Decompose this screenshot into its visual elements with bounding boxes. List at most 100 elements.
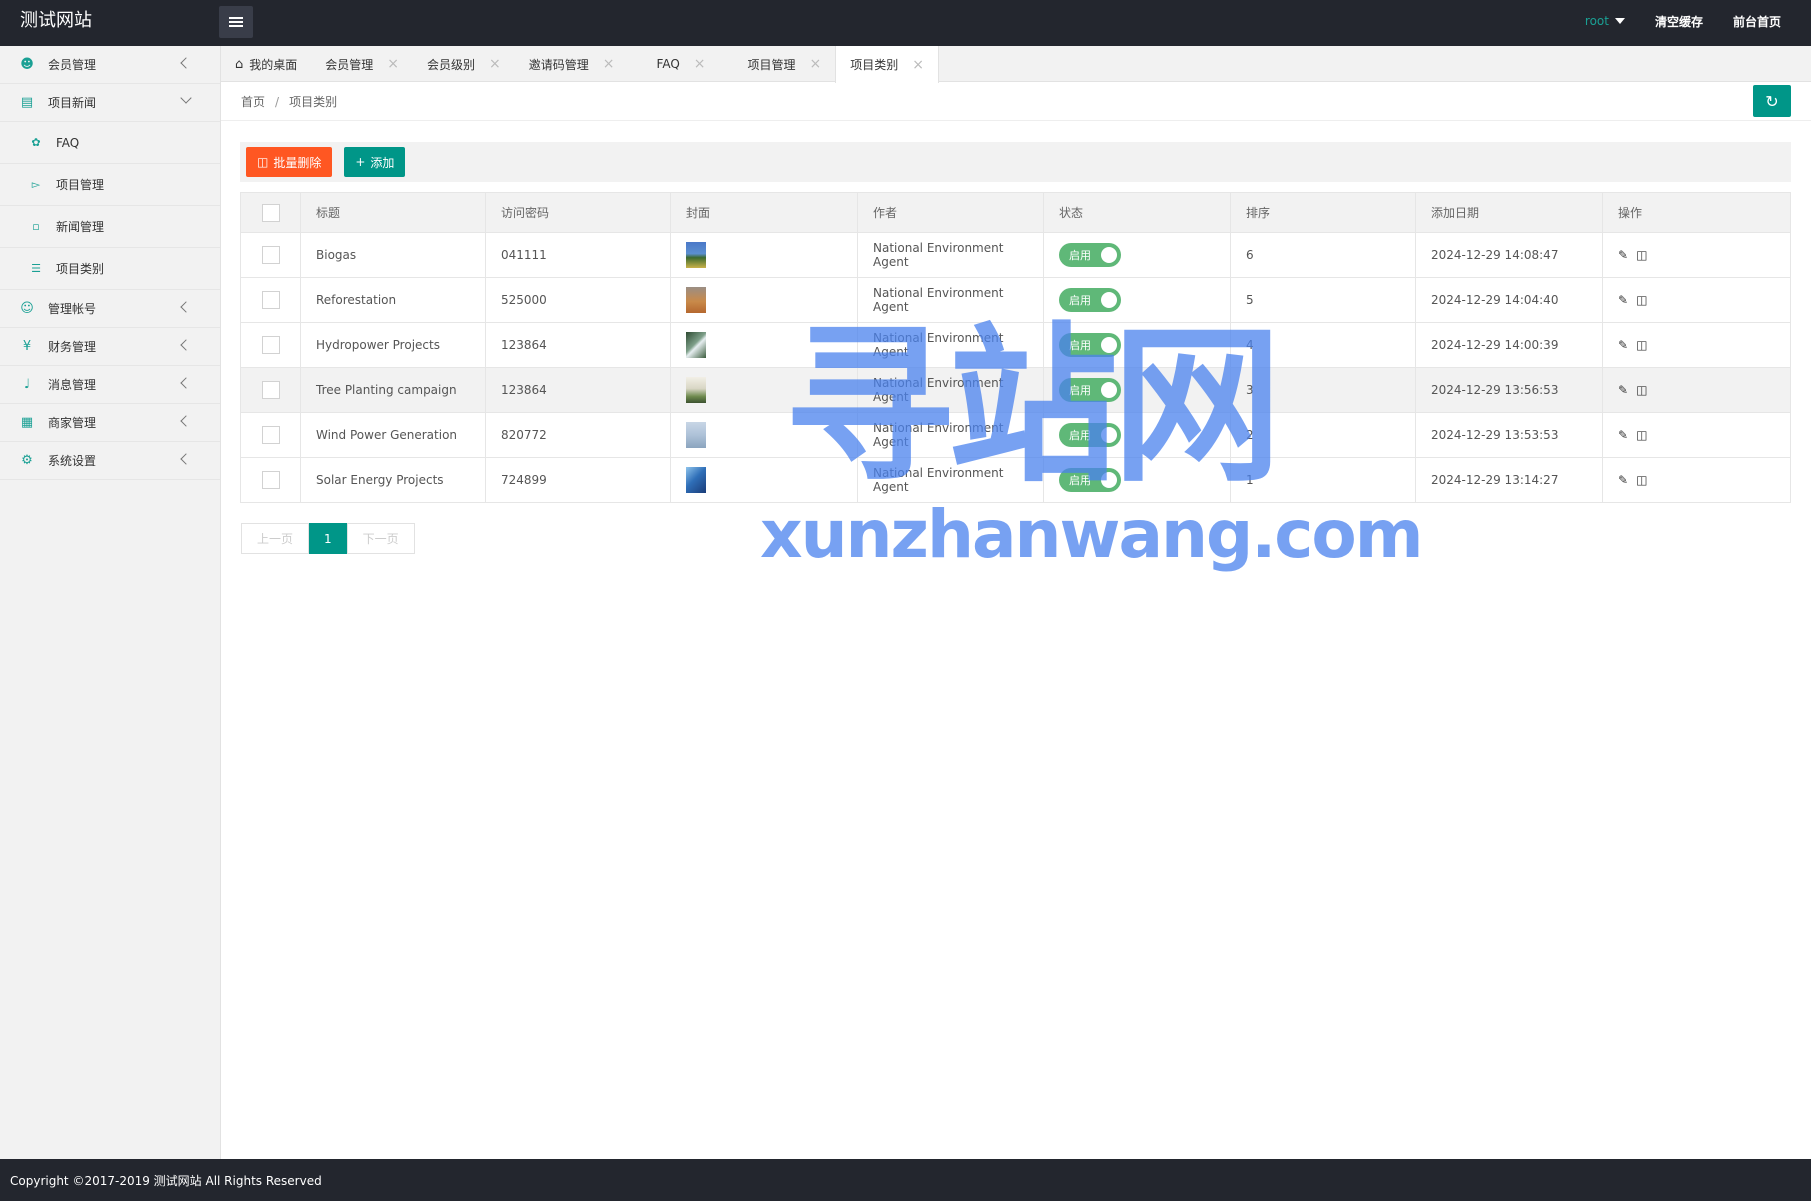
picture-icon: ▦ bbox=[20, 414, 34, 430]
row-checkbox[interactable] bbox=[261, 471, 280, 489]
sidebar-item-finance[interactable]: ¥ 财务管理 bbox=[0, 328, 220, 366]
edit-icon[interactable]: ✎ bbox=[1618, 293, 1628, 307]
tab-project-category[interactable]: 项目类别 × bbox=[835, 46, 940, 83]
status-toggle[interactable]: 启用 bbox=[1059, 288, 1121, 312]
add-button[interactable]: + 添加 bbox=[344, 147, 406, 177]
front-home-link[interactable]: 前台首页 bbox=[1733, 13, 1781, 30]
tab-member-levels[interactable]: 会员级别 × bbox=[413, 46, 515, 82]
close-icon[interactable]: × bbox=[387, 56, 399, 72]
row-check-cell bbox=[240, 322, 301, 368]
batch-delete-button[interactable]: ◫ 批量删除 bbox=[246, 147, 333, 177]
sidebar-item-project-news[interactable]: ▤ 项目新闻 bbox=[0, 84, 220, 122]
cover-thumbnail[interactable] bbox=[686, 242, 706, 268]
tab-bar: ⌂ 我的桌面 会员管理 × 会员级别 × 邀请码管理 × FAQ × 项目管理 … bbox=[221, 46, 1811, 83]
status-toggle[interactable]: 启用 bbox=[1059, 333, 1121, 357]
cover-thumbnail[interactable] bbox=[686, 332, 706, 358]
header-actions: 操作 bbox=[1602, 192, 1791, 233]
toggle-knob bbox=[1101, 382, 1117, 398]
menu-toggle-button[interactable] bbox=[219, 6, 253, 38]
cover-thumbnail[interactable] bbox=[686, 467, 706, 493]
edit-icon[interactable]: ✎ bbox=[1618, 383, 1628, 397]
breadcrumb-home[interactable]: 首页 bbox=[241, 93, 265, 110]
list-icon: ☰ bbox=[31, 261, 41, 275]
sidebar-item-messages[interactable]: ♩ 消息管理 bbox=[0, 366, 220, 404]
close-icon[interactable]: × bbox=[912, 57, 924, 73]
header-sort: 排序 bbox=[1230, 192, 1416, 233]
delete-icon[interactable]: ◫ bbox=[1636, 338, 1647, 352]
home-icon: ⌂ bbox=[235, 56, 244, 72]
table-row: Biogas 041111 National Environment Agent… bbox=[240, 232, 1791, 278]
tab-members[interactable]: 会员管理 × bbox=[311, 46, 413, 82]
delete-icon[interactable]: ◫ bbox=[1636, 473, 1647, 487]
sidebar-subitem-project-management[interactable]: ▻ 项目管理 bbox=[0, 164, 220, 206]
leaf-icon: ✿ bbox=[31, 135, 41, 149]
refresh-button[interactable]: ↻ bbox=[1753, 85, 1791, 117]
site-logo[interactable]: 测试网站 bbox=[20, 0, 92, 42]
prev-page-button[interactable]: 上一页 bbox=[241, 523, 310, 554]
status-toggle[interactable]: 启用 bbox=[1059, 243, 1121, 267]
edit-icon[interactable]: ✎ bbox=[1618, 338, 1628, 352]
toggle-knob bbox=[1101, 247, 1117, 263]
plus-icon: + bbox=[355, 155, 366, 169]
tab-desktop[interactable]: ⌂ 我的桌面 bbox=[221, 46, 311, 82]
delete-icon[interactable]: ◫ bbox=[1636, 293, 1647, 307]
clear-cache-link[interactable]: 清空缓存 bbox=[1655, 13, 1703, 30]
close-icon[interactable]: × bbox=[603, 56, 615, 72]
row-status-cell: 启用 bbox=[1043, 412, 1231, 458]
select-all-checkbox[interactable] bbox=[261, 203, 280, 222]
sidebar-subitem-news-management[interactable]: ▫ 新闻管理 bbox=[0, 206, 220, 248]
caret-down-icon bbox=[1614, 18, 1625, 24]
status-toggle[interactable]: 启用 bbox=[1059, 378, 1121, 402]
status-label: 启用 bbox=[1069, 429, 1091, 442]
hamburger-icon bbox=[229, 17, 243, 27]
row-checkbox[interactable] bbox=[261, 426, 280, 444]
sidebar-item-admin-accounts[interactable]: ☺ 管理帐号 bbox=[0, 290, 220, 328]
row-status-cell: 启用 bbox=[1043, 457, 1231, 503]
table-row: Hydropower Projects 123864 National Envi… bbox=[240, 322, 1791, 368]
status-toggle[interactable]: 启用 bbox=[1059, 468, 1121, 492]
row-checkbox[interactable] bbox=[261, 246, 280, 264]
row-date: 2024-12-29 13:53:53 bbox=[1415, 412, 1603, 458]
row-title: Biogas bbox=[300, 232, 486, 278]
tab-project-management[interactable]: 项目管理 × bbox=[720, 46, 836, 82]
sidebar-item-settings[interactable]: ⚙ 系统设置 bbox=[0, 442, 220, 480]
trash-icon: ◫ bbox=[257, 155, 269, 169]
delete-icon[interactable]: ◫ bbox=[1636, 428, 1647, 442]
sidebar-item-members[interactable]: ☻ 会员管理 bbox=[0, 46, 220, 84]
row-cover-cell bbox=[670, 457, 858, 503]
cover-thumbnail[interactable] bbox=[686, 377, 706, 403]
row-check-cell bbox=[240, 412, 301, 458]
add-label: 添加 bbox=[370, 155, 395, 170]
row-checkbox[interactable] bbox=[261, 336, 280, 354]
edit-icon[interactable]: ✎ bbox=[1618, 428, 1628, 442]
edit-icon[interactable]: ✎ bbox=[1618, 473, 1628, 487]
row-sort: 5 bbox=[1230, 277, 1416, 323]
status-label: 启用 bbox=[1069, 249, 1091, 262]
chevron-left-icon bbox=[180, 301, 192, 313]
sidebar-item-merchants[interactable]: ▦ 商家管理 bbox=[0, 404, 220, 442]
cover-thumbnail[interactable] bbox=[686, 422, 706, 448]
cover-thumbnail[interactable] bbox=[686, 287, 706, 313]
status-toggle[interactable]: 启用 bbox=[1059, 423, 1121, 447]
user-menu[interactable]: root bbox=[1585, 14, 1625, 28]
sidebar-subitem-project-category[interactable]: ☰ 项目类别 bbox=[0, 248, 220, 290]
delete-icon[interactable]: ◫ bbox=[1636, 248, 1647, 262]
tab-label: 会员管理 bbox=[325, 57, 374, 72]
close-icon[interactable]: × bbox=[694, 56, 706, 72]
row-sort: 2 bbox=[1230, 412, 1416, 458]
row-checkbox[interactable] bbox=[261, 381, 280, 399]
breadcrumb-separator: / bbox=[275, 94, 280, 109]
close-icon[interactable]: × bbox=[810, 56, 822, 72]
tab-faq[interactable]: FAQ × bbox=[629, 46, 720, 82]
tab-invite-codes[interactable]: 邀请码管理 × bbox=[515, 46, 629, 82]
table-row: Reforestation 525000 National Environmen… bbox=[240, 277, 1791, 323]
delete-icon[interactable]: ◫ bbox=[1636, 383, 1647, 397]
row-checkbox[interactable] bbox=[261, 291, 280, 309]
row-title: Reforestation bbox=[300, 277, 486, 323]
close-icon[interactable]: × bbox=[489, 56, 501, 72]
edit-icon[interactable]: ✎ bbox=[1618, 248, 1628, 262]
next-page-button[interactable]: 下一页 bbox=[346, 523, 415, 554]
page-1-button[interactable]: 1 bbox=[309, 523, 347, 554]
sidebar-subitem-faq[interactable]: ✿ FAQ bbox=[0, 122, 220, 164]
row-status-cell: 启用 bbox=[1043, 277, 1231, 323]
